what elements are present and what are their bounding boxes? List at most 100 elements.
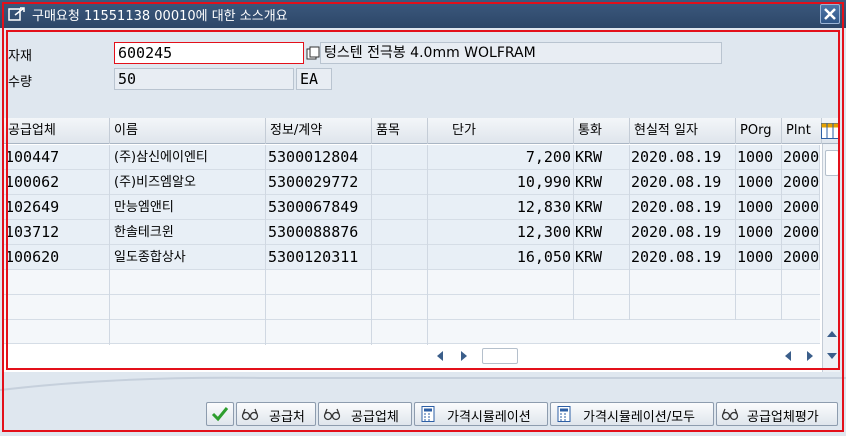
copy-icon[interactable] — [306, 46, 320, 60]
cell-price: 7,200 — [428, 145, 574, 170]
cell-vendor: 100062 — [4, 170, 110, 195]
cell-name: 일도종합상사 — [110, 245, 266, 270]
quantity-field: 50 — [114, 68, 294, 90]
table-header: 공급업체 이름 정보/계약 품목 단가 통화 현실적 일자 POrg Plnt — [4, 118, 840, 144]
empty-cell — [266, 270, 372, 295]
price-simulation-button[interactable]: 가격시뮬레이션 — [414, 402, 548, 426]
calculator-icon — [421, 406, 435, 422]
table-row[interactable]: 100447 (주)삼신에이엔티 5300012804 7,200 KRW 20… — [4, 145, 820, 170]
empty-row[interactable] — [4, 270, 820, 295]
empty-cell — [428, 270, 574, 295]
column-header-price[interactable]: 단가 — [428, 118, 574, 144]
column-header-currency[interactable]: 통화 — [574, 118, 630, 144]
cell-date: 2020.08.19 — [630, 220, 736, 245]
cell-item — [372, 170, 428, 195]
cell-currency: KRW — [574, 145, 630, 170]
dialog-window: 구매요청 11551138 00010에 대한 소스개요 자재 600245 텅… — [0, 0, 846, 436]
cell-date: 2020.08.19 — [630, 170, 736, 195]
cell-contract: 5300120311 — [266, 245, 372, 270]
cell-price: 10,990 — [428, 170, 574, 195]
cell-vendor: 102649 — [4, 195, 110, 220]
cell-vendor: 100447 — [4, 145, 110, 170]
cell-price: 12,830 — [428, 195, 574, 220]
empty-cell — [736, 270, 782, 295]
cell-item — [372, 245, 428, 270]
dialog-icon — [8, 7, 25, 21]
cell-contract: 5300088876 — [266, 220, 372, 245]
scroll-left-icon[interactable] — [436, 351, 444, 361]
cell-currency: KRW — [574, 195, 630, 220]
horizontal-scroll-thumb[interactable] — [482, 348, 518, 364]
close-button[interactable] — [820, 4, 840, 24]
column-header-item[interactable]: 품목 — [372, 118, 428, 144]
cell-item — [372, 195, 428, 220]
empty-cell — [736, 295, 782, 320]
column-header-date[interactable]: 현실적 일자 — [630, 118, 736, 144]
scroll-left-end-icon[interactable] — [784, 351, 792, 361]
checkmark-icon — [211, 407, 229, 422]
price-simulation-all-label: 가격시뮬레이션/모두 — [583, 410, 696, 425]
table-row[interactable]: 103712 한솔테크윈 5300088876 12,300 KRW 2020.… — [4, 220, 820, 245]
cell-contract: 5300067849 — [266, 195, 372, 220]
empty-cell — [4, 320, 110, 345]
column-header-plnt[interactable]: Plnt — [782, 118, 822, 144]
close-icon — [824, 8, 836, 20]
glasses-icon — [721, 408, 739, 421]
scroll-down-icon[interactable] — [827, 352, 837, 360]
scroll-up-icon[interactable] — [827, 330, 837, 338]
supplier-button[interactable]: 공급처 — [236, 402, 316, 426]
scroll-right-icon[interactable] — [460, 351, 468, 361]
cell-date: 2020.08.19 — [630, 195, 736, 220]
vendor-evaluation-button[interactable]: 공급업체평가 — [716, 402, 838, 426]
empty-cell — [110, 270, 266, 295]
column-header-name[interactable]: 이름 — [110, 118, 266, 144]
cell-vendor: 100620 — [4, 245, 110, 270]
cell-plnt: 2000 — [782, 170, 820, 195]
cell-item — [372, 145, 428, 170]
supplier-button-label: 공급처 — [269, 410, 305, 425]
table-row[interactable]: 100062 (주)비즈엠알오 5300029772 10,990 KRW 20… — [4, 170, 820, 195]
scroll-right-end-icon[interactable] — [806, 351, 814, 361]
cell-name: (주)삼신에이엔티 — [110, 145, 266, 170]
confirm-button[interactable] — [206, 402, 234, 426]
cell-name: 한솔테크윈 — [110, 220, 266, 245]
material-description: 텅스텐 전극봉 4.0mm WOLFRAM — [320, 42, 722, 64]
empty-cell — [110, 320, 266, 345]
column-header-contract[interactable]: 정보/계약 — [266, 118, 372, 144]
cell-contract: 5300029772 — [266, 170, 372, 195]
empty-row[interactable] — [4, 320, 820, 345]
column-settings-icon[interactable] — [821, 123, 839, 139]
price-simulation-all-button[interactable]: 가격시뮬레이션/모두 — [550, 402, 714, 426]
source-list-table: 공급업체 이름 정보/계약 품목 단가 통화 현실적 일자 POrg Plnt … — [4, 118, 840, 372]
empty-cell — [630, 295, 736, 320]
vertical-scrollbar[interactable] — [822, 144, 840, 372]
cell-plnt: 2000 — [782, 195, 820, 220]
empty-cell — [372, 295, 428, 320]
horizontal-scrollbar[interactable] — [434, 346, 820, 366]
glasses-icon — [323, 408, 341, 421]
column-header-porg[interactable]: POrg — [736, 118, 782, 144]
cell-contract: 5300012804 — [266, 145, 372, 170]
cell-plnt: 2000 — [782, 145, 820, 170]
vendor-evaluation-label: 공급업체평가 — [747, 410, 819, 425]
material-input[interactable]: 600245 — [114, 42, 304, 64]
empty-row[interactable] — [4, 295, 820, 320]
cell-date: 2020.08.19 — [630, 245, 736, 270]
empty-cell — [4, 270, 110, 295]
cell-price: 12,300 — [428, 220, 574, 245]
cell-porg: 1000 — [736, 195, 782, 220]
table-row[interactable]: 100620 일도종합상사 5300120311 16,050 KRW 2020… — [4, 245, 820, 270]
cell-currency: KRW — [574, 220, 630, 245]
column-header-vendor[interactable]: 공급업체 — [4, 118, 110, 144]
price-simulation-label: 가격시뮬레이션 — [447, 410, 531, 425]
cell-name: 만능엠앤티 — [110, 195, 266, 220]
cell-plnt: 2000 — [782, 245, 820, 270]
unit-field: EA — [296, 68, 332, 90]
table-row[interactable]: 102649 만능엠앤티 5300067849 12,830 KRW 2020.… — [4, 195, 820, 220]
cell-porg: 1000 — [736, 245, 782, 270]
vertical-scroll-thumb[interactable] — [825, 150, 839, 176]
quantity-label: 수량 — [8, 75, 32, 90]
calculator-icon — [557, 406, 571, 422]
empty-cell — [574, 270, 630, 295]
vendor-button[interactable]: 공급업체 — [318, 402, 412, 426]
